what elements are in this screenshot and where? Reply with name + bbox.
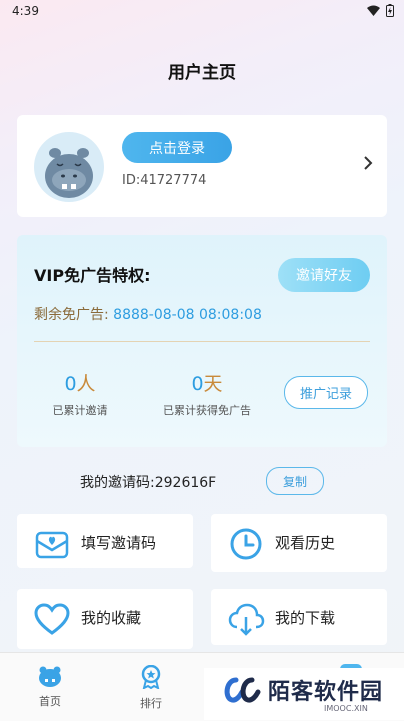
invite-code-value: 292616F: [154, 475, 217, 491]
menu-label: 我的下载: [275, 609, 336, 627]
menu-watch-history[interactable]: 观看历史: [211, 514, 387, 572]
menu-my-downloads[interactable]: 我的下载: [211, 589, 387, 645]
chevron-right-icon[interactable]: [363, 155, 373, 171]
stat-value: 0: [64, 373, 77, 395]
status-icons: [367, 4, 394, 17]
tab-label: 首页: [39, 695, 61, 708]
promotion-record-button[interactable]: 推广记录: [284, 376, 368, 409]
heart-icon: [34, 603, 70, 635]
watermark-subtext: IMOOC.XIN: [324, 704, 368, 713]
cloud-download-icon: [228, 603, 265, 636]
status-bar: 4:39: [0, 0, 404, 24]
hippo-avatar-icon: [45, 148, 93, 198]
home-icon: [39, 666, 61, 687]
vip-card: VIP免广告特权: 邀请好友 剩余免广告: 8888-08-08 08:08:0…: [17, 235, 387, 447]
tab-label: 排行: [140, 697, 162, 710]
divider: [34, 341, 370, 342]
stat-value: 0: [191, 373, 204, 395]
battery-icon: [386, 4, 394, 17]
invite-code-row: 我的邀请码:292616F: [80, 472, 216, 492]
profile-card[interactable]: 点击登录 ID:41727774: [17, 115, 387, 217]
login-button[interactable]: 点击登录: [122, 132, 232, 163]
rank-icon: [141, 664, 161, 690]
vip-title: VIP免广告特权:: [34, 266, 151, 285]
remaining-label: 剩余免广告:: [34, 307, 109, 323]
menu-label: 我的收藏: [81, 609, 142, 627]
stat-label: 已累计邀请: [52, 404, 108, 417]
tab-home[interactable]: 首页: [20, 665, 80, 709]
stat-ad-free-days: 0天 已累计获得免广告: [152, 369, 262, 418]
remaining-value: 8888-08-08 08:08:08: [113, 307, 262, 323]
wifi-icon: [367, 5, 380, 16]
avatar[interactable]: [34, 132, 104, 202]
tab-rank[interactable]: 排行: [121, 664, 181, 711]
status-time: 4:39: [12, 4, 39, 18]
menu-my-favorites[interactable]: 我的收藏: [17, 589, 193, 649]
stat-unit: 人: [76, 373, 96, 395]
stat-unit: 天: [203, 373, 223, 395]
clock-icon: [230, 528, 262, 560]
user-id: ID:41727774: [122, 173, 207, 188]
remaining-ad-free: 剩余免广告: 8888-08-08 08:08:08: [34, 304, 262, 324]
stat-label: 已累计获得免广告: [163, 404, 251, 417]
invite-friends-button[interactable]: 邀请好友: [278, 258, 370, 292]
copy-button[interactable]: 复制: [266, 467, 324, 495]
watermark-text: 陌客软件园: [268, 680, 384, 705]
menu-label: 观看历史: [275, 534, 336, 552]
watermark-logo-icon: [224, 677, 261, 703]
watermark: 陌客软件园 IMOOC.XIN: [204, 668, 404, 720]
invite-code-label: 我的邀请码:: [80, 475, 155, 491]
stat-invited: 0人 已累计邀请: [40, 369, 120, 418]
mail-icon: [35, 531, 69, 559]
menu-enter-invite-code[interactable]: 填写邀请码: [17, 514, 193, 568]
page-title: 用户主页: [168, 63, 236, 83]
menu-label: 填写邀请码: [81, 534, 157, 552]
